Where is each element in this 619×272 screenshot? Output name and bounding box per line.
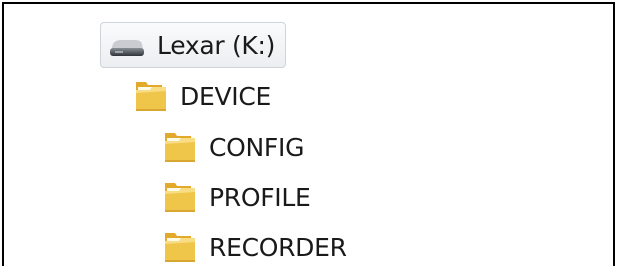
- usb-drive-icon: [107, 30, 147, 60]
- tree-item-label: RECORDER: [209, 232, 347, 262]
- folder-icon: [161, 128, 199, 166]
- folder-tree-panel: Lexar (K:) DEVICE CONFIG PROFILE RECORDE…: [2, 2, 615, 266]
- folder-icon: [161, 228, 199, 266]
- tree-item-label: Lexar (K:): [157, 30, 276, 60]
- folder-icon: [132, 77, 170, 115]
- tree-item-label: DEVICE: [180, 81, 271, 111]
- folder-icon: [161, 178, 199, 216]
- tree-item-recorder[interactable]: RECORDER: [161, 225, 347, 269]
- tree-item-lexar-drive[interactable]: Lexar (K:): [100, 22, 287, 68]
- tree-item-profile[interactable]: PROFILE: [161, 175, 311, 219]
- tree-item-device[interactable]: DEVICE: [132, 74, 271, 118]
- tree-item-label: PROFILE: [209, 182, 311, 212]
- tree-item-config[interactable]: CONFIG: [161, 125, 304, 169]
- tree-item-label: CONFIG: [209, 132, 305, 162]
